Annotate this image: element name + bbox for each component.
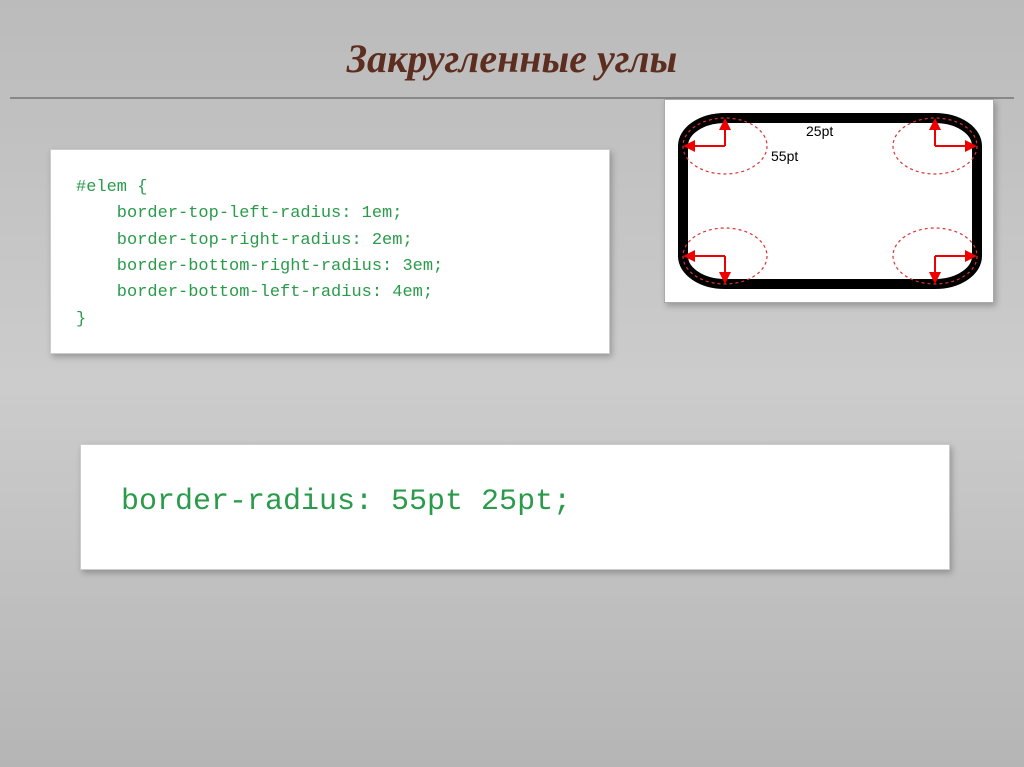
diagram-svg: 25pt 55pt: [671, 106, 989, 296]
code-line: border-bottom-right-radius: 3em;: [76, 257, 443, 276]
diagram-label-x: 55pt: [771, 148, 798, 164]
code-line: border-top-right-radius: 2em;: [76, 231, 413, 250]
code-line: }: [76, 310, 86, 329]
code-text: #elem { border-top-left-radius: 1em; bor…: [76, 175, 584, 333]
code-line: border-radius: 55pt 25pt;: [121, 485, 571, 519]
diagram-label-y: 25pt: [806, 123, 833, 139]
code-line: border-top-left-radius: 1em;: [76, 204, 402, 223]
code-text-2: border-radius: 55pt 25pt;: [121, 485, 924, 519]
code-line: border-bottom-left-radius: 4em;: [76, 283, 433, 302]
code-line: #elem {: [76, 178, 147, 197]
slide-title: Закругленные углы: [0, 0, 1024, 97]
code-block-shorthand: border-radius: 55pt 25pt;: [80, 444, 950, 570]
code-block-longhand: #elem { border-top-left-radius: 1em; bor…: [50, 149, 610, 354]
radius-diagram: 25pt 55pt: [664, 99, 994, 303]
content-area: #elem { border-top-left-radius: 1em; bor…: [0, 99, 1024, 570]
